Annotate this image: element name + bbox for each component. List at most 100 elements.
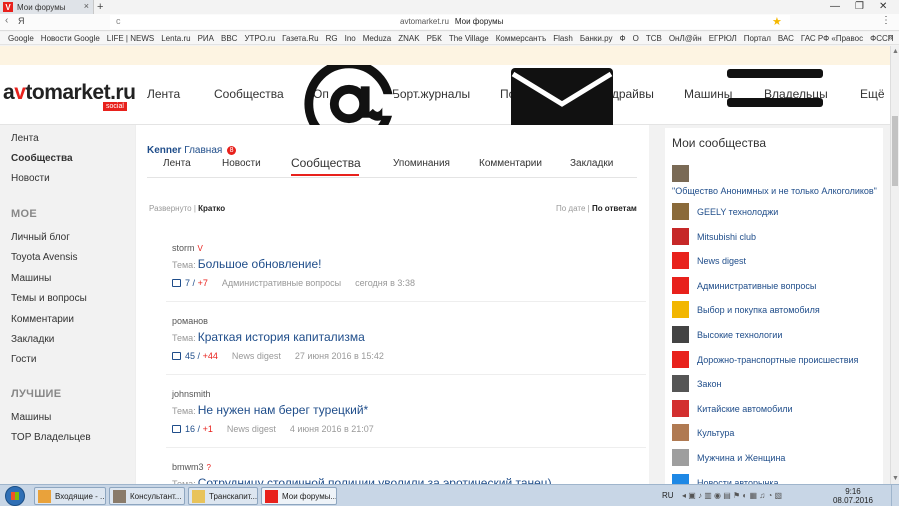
minimize-button[interactable]: — xyxy=(830,0,840,14)
sidebar-item-news[interactable]: Новости xyxy=(11,173,50,184)
sort-by-answers-link[interactable]: По ответам xyxy=(592,204,637,213)
nav-cars[interactable]: Машины xyxy=(684,87,732,101)
community-item[interactable]: Мужчина и Женщина xyxy=(672,449,882,467)
view-expanded-link[interactable]: Развернуто xyxy=(149,204,192,213)
taskbar-item-consultant[interactable]: Консультант... xyxy=(109,487,185,505)
bookmark-item[interactable]: Google xyxy=(8,34,34,43)
taskbar-item-folder[interactable]: Транскапит... xyxy=(188,487,258,505)
nav-feed[interactable]: Лента xyxy=(147,87,180,101)
bookmark-item[interactable]: The Village xyxy=(449,34,489,43)
sidebar-item-top-owners[interactable]: TOP Владельцев xyxy=(11,432,91,443)
bookmark-item[interactable]: ГАС РФ «Правос xyxy=(801,34,863,43)
bookmark-item[interactable]: Портал xyxy=(744,34,771,43)
language-indicator[interactable]: RU xyxy=(662,491,674,500)
user-name-link[interactable]: Kenner xyxy=(147,145,181,156)
bookmark-item[interactable]: РБК xyxy=(427,34,442,43)
tab-bookmarks[interactable]: Закладки xyxy=(570,158,613,169)
community-item[interactable]: Закон xyxy=(672,375,882,393)
sidebar-item-communities[interactable]: Сообщества xyxy=(11,153,73,164)
sidebar-item-comments[interactable]: Комментарии xyxy=(11,314,74,325)
post-community[interactable]: Административные вопросы xyxy=(222,278,341,288)
user-main-link[interactable]: Главная xyxy=(184,145,222,156)
taskbar-item-outlook[interactable]: Входящие - ... xyxy=(34,487,106,505)
community-item[interactable]: Выбор и покупка автомобиля xyxy=(672,301,882,319)
bookmark-item[interactable]: ZNAK xyxy=(398,34,419,43)
bookmark-item[interactable]: РИА xyxy=(198,34,214,43)
sort-by-date-link[interactable]: По дате xyxy=(556,204,585,213)
browser-menu-icon[interactable]: ⋮ xyxy=(881,15,891,26)
system-clock[interactable]: 9:16 08.07.2016 xyxy=(833,487,873,505)
post-title[interactable]: Тема: Большое обновление! xyxy=(172,257,322,271)
post-comment-count[interactable]: 16 / +1 xyxy=(185,424,213,434)
sidebar-item-topics[interactable]: Темы и вопросы xyxy=(11,293,87,304)
tab-comments[interactable]: Комментарии xyxy=(479,158,542,169)
bookmarks-more-button[interactable]: » xyxy=(888,32,893,42)
view-brief-link[interactable]: Кратко xyxy=(198,204,225,213)
browser-tab-active[interactable]: V Мои форумы × xyxy=(0,0,94,14)
tab-feed[interactable]: Лента xyxy=(163,158,191,169)
post-comment-count[interactable]: 7 / +7 xyxy=(185,278,208,288)
bookmark-item[interactable]: ОнЛ@йн xyxy=(669,34,702,43)
sidebar-item-toyota-avensis[interactable]: Toyota Avensis xyxy=(11,252,78,263)
tab-mentions[interactable]: Упоминания xyxy=(393,158,450,169)
tab-communities[interactable]: Сообщества xyxy=(291,156,361,170)
post-author[interactable]: johnsmith xyxy=(172,389,211,399)
community-item[interactable]: Новости авторынка xyxy=(672,474,882,484)
start-button[interactable] xyxy=(5,486,25,506)
bookmark-item[interactable]: Банки.ру xyxy=(580,34,613,43)
community-item[interactable]: Китайские автомобили xyxy=(672,400,882,418)
reload-icon[interactable]: c xyxy=(116,16,121,26)
sidebar-item-cars[interactable]: Машины xyxy=(11,273,51,284)
sidebar-item-feed[interactable]: Лента xyxy=(11,133,39,144)
sidebar-item-best-cars[interactable]: Машины xyxy=(11,412,51,423)
back-button[interactable]: ‹ xyxy=(5,15,8,26)
taskbar-item-browser[interactable]: Мои форумы... xyxy=(261,487,337,505)
bookmark-item[interactable]: Ф xyxy=(619,34,625,43)
post-author[interactable]: storm V xyxy=(172,243,203,253)
post-title[interactable]: Тема: Краткая история капитализма xyxy=(172,330,365,344)
scroll-up-icon[interactable]: ▲ xyxy=(892,48,899,55)
community-item[interactable]: GEELY технолоджи xyxy=(672,203,882,221)
community-item[interactable]: "Общество Анонимных и не только Алкоголи… xyxy=(672,165,882,201)
bookmark-item[interactable]: BBC xyxy=(221,34,237,43)
post-community[interactable]: News digest xyxy=(232,351,281,361)
bookmark-item[interactable]: Ino xyxy=(345,34,356,43)
post-comment-count[interactable]: 45 / +44 xyxy=(185,351,218,361)
sidebar-item-guests[interactable]: Гости xyxy=(11,354,36,365)
tray-icons[interactable]: ◂ ▣ ♪ ▥ ◉ ▤ ⚑ ◐ ▦ ♫ ◔ ▧ xyxy=(682,491,782,500)
bookmark-item[interactable]: Новости Google xyxy=(41,34,100,43)
sidebar-item-bookmarks[interactable]: Закладки xyxy=(11,334,54,345)
nav-more[interactable]: Ещё xyxy=(860,87,885,101)
community-item[interactable]: News digest xyxy=(672,252,882,270)
community-item[interactable]: Культура xyxy=(672,424,882,442)
community-item[interactable]: Дорожно-транспортные происшествия xyxy=(672,351,882,369)
bookmark-item[interactable]: Коммерсантъ xyxy=(496,34,547,43)
nav-communities[interactable]: Сообщества xyxy=(214,87,284,101)
new-tab-button[interactable]: + xyxy=(97,0,103,14)
bookmark-item[interactable]: Flash xyxy=(553,34,573,43)
bookmark-item[interactable]: ТСВ xyxy=(646,34,662,43)
maximize-button[interactable]: ❐ xyxy=(855,0,864,14)
community-item[interactable]: Административные вопросы xyxy=(672,277,882,295)
bookmark-item[interactable]: Газета.Ru xyxy=(282,34,318,43)
bookmark-item[interactable]: Lenta.ru xyxy=(161,34,190,43)
community-item[interactable]: Высокие технологии xyxy=(672,326,882,344)
scrollbar[interactable]: ▲ ▼ xyxy=(890,46,899,484)
yandex-logo-icon[interactable]: Я xyxy=(18,16,25,26)
bookmark-star-icon[interactable]: ★ xyxy=(772,15,782,28)
bookmark-item[interactable]: УТРО.ru xyxy=(244,34,275,43)
bookmark-item[interactable]: RG xyxy=(326,34,338,43)
show-desktop-button[interactable] xyxy=(891,485,899,506)
tab-close-button[interactable]: × xyxy=(84,1,89,11)
bookmark-item[interactable]: ВАС xyxy=(778,34,794,43)
url-field[interactable]: c avtomarket.ru Мои форумы ★ xyxy=(110,15,790,29)
post-title[interactable]: Тема: Не нужен нам берег турецкий* xyxy=(172,403,368,417)
close-window-button[interactable]: ✕ xyxy=(879,0,887,14)
post-community[interactable]: News digest xyxy=(227,424,276,434)
bookmark-item[interactable]: О xyxy=(633,34,639,43)
scroll-thumb[interactable] xyxy=(892,116,898,186)
tab-news[interactable]: Новости xyxy=(222,158,261,169)
community-item[interactable]: Mitsubishi club xyxy=(672,228,882,246)
sidebar-item-personal-blog[interactable]: Личный блог xyxy=(11,232,70,243)
scroll-down-icon[interactable]: ▼ xyxy=(892,475,899,482)
